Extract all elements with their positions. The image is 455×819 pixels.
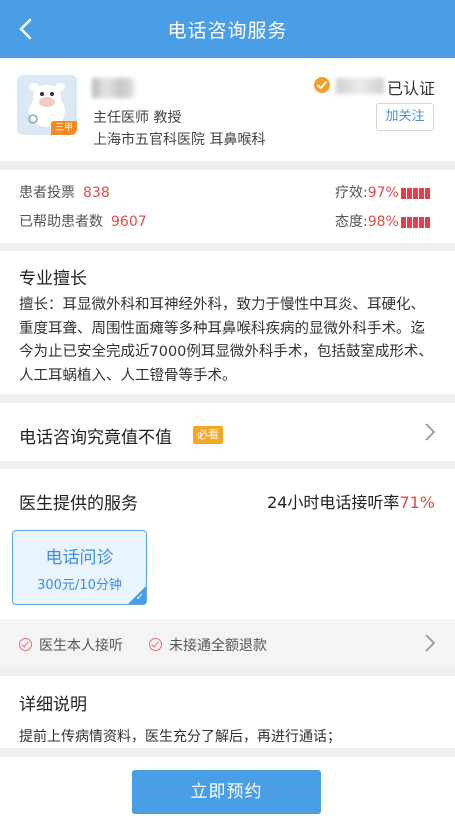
check-circle-icon <box>19 638 32 651</box>
guarantee-doctor-answers-label: 医生本人接听 <box>39 638 123 654</box>
answer-rate-value: 71% <box>399 493 435 512</box>
guarantee-doctor-answers: 医生本人接听 <box>19 635 123 655</box>
answer-rate-label: 24小时电话接听率 <box>267 493 400 512</box>
must-read-badge: 必看 <box>193 426 223 444</box>
doctor-card: 三甲 主任医师 教授 上海市五官科医院 耳鼻喉科 已认证 加关注 <box>0 58 455 161</box>
service-name: 电话问诊 <box>45 548 114 568</box>
expertise-title: 专业擅长 <box>19 269 87 289</box>
verification-source-blurred <box>336 78 384 94</box>
attitude-value: 98% <box>367 214 399 230</box>
hospital-grade-badge: 三甲 <box>51 121 77 135</box>
doctor-name-blurred <box>92 78 134 98</box>
follow-button[interactable]: 加关注 <box>376 103 434 131</box>
phone-consult-option[interactable]: 电话问诊 300元/10分钟 ✓ <box>12 530 147 605</box>
answer-rate: 24小时电话接听率71% <box>267 489 435 513</box>
consult-worth-row[interactable]: 电话咨询究竟值不值 必看 <box>0 403 455 461</box>
bottom-bar: 立即预约 <box>0 757 455 819</box>
services-title: 医生提供的服务 <box>19 494 138 514</box>
helped-value: 9607 <box>111 214 147 230</box>
expertise-text: 擅长：耳显微外科和耳神经外科，致力于慢性中耳炎、耳硬化、重度耳聋、周围性面瘫等多… <box>19 297 433 384</box>
guarantee-refund: 未接通全额退款 <box>149 635 267 655</box>
details-title: 详细说明 <box>19 695 87 715</box>
selected-check-icon: ✓ <box>135 592 144 603</box>
chevron-right-icon <box>425 634 436 652</box>
service-price: 300元/10分钟 <box>37 578 122 593</box>
efficacy-value: 97% <box>367 185 399 201</box>
verified-label: 已认证 <box>387 79 436 98</box>
votes-label: 患者投票 <box>19 185 75 201</box>
verified-check-icon <box>314 77 330 93</box>
doctor-hospital: 上海市五官科医院 耳鼻喉科 <box>93 132 266 148</box>
attitude-bars <box>400 214 430 230</box>
efficacy-rate: 疗效:97% <box>335 182 430 202</box>
expertise-section: 专业擅长 擅长：耳显微外科和耳神经外科，致力于慢性中耳炎、耳硬化、重度耳聋、周围… <box>0 251 455 394</box>
votes-value: 838 <box>83 185 110 201</box>
guarantees-row[interactable]: 医生本人接听 未接通全额退款 <box>0 619 455 668</box>
consult-worth-label: 电话咨询究竟值不值 <box>19 428 172 448</box>
doctor-avatar: 三甲 <box>17 75 77 135</box>
attitude-label: 态度: <box>335 214 368 230</box>
details-section: 详细说明 提前上传病情资料，医生充分了解后，再进行通话； <box>0 676 455 748</box>
check-circle-icon <box>149 638 162 651</box>
attitude-rate: 态度:98% <box>335 211 430 231</box>
doctor-stats: 患者投票 838 已帮助患者数 9607 疗效:97% 态度:98% <box>0 170 455 243</box>
guarantee-refund-label: 未接通全额退款 <box>169 638 267 654</box>
efficacy-label: 疗效: <box>335 185 368 201</box>
details-text: 提前上传病情资料，医生充分了解后，再进行通话； <box>19 729 341 745</box>
page-title: 电话咨询服务 <box>167 20 288 42</box>
efficacy-bars <box>400 185 430 201</box>
helped-stat: 已帮助患者数 9607 <box>19 211 147 231</box>
book-now-button[interactable]: 立即预约 <box>132 770 321 814</box>
helped-label: 已帮助患者数 <box>19 214 103 230</box>
services-section: 医生提供的服务 24小时电话接听率71% 电话问诊 300元/10分钟 ✓ <box>0 469 455 619</box>
votes-stat: 患者投票 838 <box>19 182 110 202</box>
doctor-title: 主任医师 教授 <box>93 110 182 126</box>
nav-bar: 电话咨询服务 <box>0 0 455 58</box>
chevron-right-icon <box>425 423 436 441</box>
